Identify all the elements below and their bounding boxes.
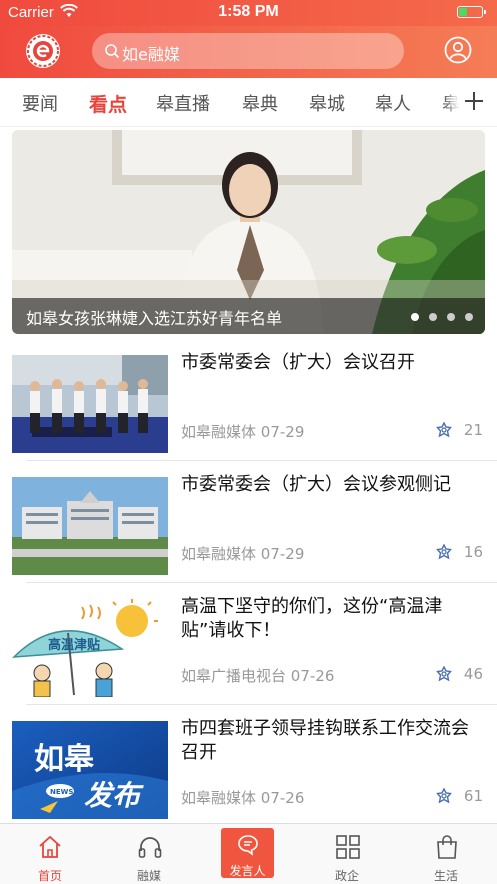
like-icon	[436, 543, 452, 560]
battery-icon	[457, 6, 486, 18]
news-title: 市四套班子领导挂钩联系工作交流会召开	[181, 718, 469, 763]
nav-spokesperson-label: 发言人	[229, 864, 266, 878]
tab-gao-dian[interactable]: 皋典	[242, 90, 278, 116]
thumb-brand-text-2: 发布	[84, 779, 144, 812]
news-source: 如皋融媒体	[181, 423, 257, 441]
user-profile-icon[interactable]	[444, 36, 472, 64]
news-source: 如皋融媒体	[181, 545, 257, 563]
search-icon	[105, 44, 120, 59]
news-source: 如皋融媒体	[181, 789, 257, 807]
carousel-dot[interactable]	[429, 313, 437, 321]
news-thumbnail	[12, 477, 168, 575]
news-date: 07-26	[260, 789, 305, 807]
tab-gao-zhibo[interactable]: 皋直播	[156, 90, 210, 116]
news-meta: 如皋融媒体 07-26	[181, 787, 304, 808]
news-date: 07-29	[260, 423, 305, 441]
carousel-dot[interactable]	[411, 313, 419, 321]
app-logo[interactable]	[26, 34, 60, 68]
carousel-dots	[411, 313, 473, 321]
like-icon	[436, 421, 452, 438]
nav-home[interactable]: 首页	[10, 824, 90, 884]
thumb-brand-text: 如皋	[34, 742, 95, 777]
status-time: 1:58 PM	[218, 3, 279, 20]
nav-spokesperson[interactable]: 发言人	[221, 828, 274, 878]
banner-carousel[interactable]: 如皋女孩张琳婕入选江苏好青年名单	[12, 130, 485, 334]
nav-life-label: 生活	[433, 869, 458, 883]
top-bar: 如e融媒	[0, 26, 497, 78]
tab-kandian[interactable]: 看点	[89, 90, 127, 117]
news-likes[interactable]: 46	[436, 665, 483, 683]
nav-home-label: 首页	[37, 869, 62, 883]
banner-title: 如皋女孩张琳婕入选江苏好青年名单	[26, 309, 283, 328]
home-icon	[39, 835, 61, 858]
news-title: 市委常委会（扩大）会议参观侧记	[181, 474, 451, 495]
likes-count: 61	[463, 787, 483, 805]
news-thumbnail	[12, 355, 168, 453]
likes-count: 21	[463, 421, 483, 439]
like-icon	[436, 787, 452, 804]
likes-count: 16	[463, 543, 483, 561]
news-thumbnail: 如皋 发布 NEWS	[12, 721, 168, 819]
carousel-dot[interactable]	[447, 313, 455, 321]
search-input[interactable]: 如e融媒	[92, 33, 404, 69]
news-likes[interactable]: 61	[436, 787, 483, 805]
news-date: 07-29	[260, 545, 305, 563]
news-item[interactable]: 市委常委会（扩大）会议参观侧记 如皋融媒体 07-29 16	[0, 461, 497, 583]
add-channel-icon[interactable]	[461, 88, 487, 114]
news-meta: 如皋融媒体 07-29	[181, 421, 304, 442]
news-item[interactable]: 如皋 发布 NEWS 市四套班子领导挂钩联系工作交流会召开 如皋融媒体 07-2…	[0, 705, 497, 827]
news-likes[interactable]: 16	[436, 543, 483, 561]
tab-gao-ren[interactable]: 皋人	[375, 90, 411, 116]
status-bar: Carrier 1:58 PM	[0, 0, 497, 26]
category-tabs: 要闻 看点 皋直播 皋典 皋城 皋人 皋风	[0, 78, 497, 127]
bag-icon	[437, 835, 457, 859]
news-thumbnail: 高温津贴	[12, 599, 168, 697]
nav-life[interactable]: 生活	[406, 824, 486, 884]
likes-count: 46	[463, 665, 483, 683]
tab-yaowen[interactable]: 要闻	[22, 90, 58, 116]
thumb-news-badge: NEWS	[50, 788, 73, 796]
news-title: 高温下坚守的你们，这份“高温津贴”请收下！	[181, 596, 443, 641]
news-meta: 如皋融媒体 07-29	[181, 543, 304, 564]
search-placeholder: 如e融媒	[122, 45, 180, 64]
headphones-icon	[138, 837, 162, 858]
nav-government[interactable]: 政企	[307, 824, 387, 884]
news-date: 07-26	[290, 667, 335, 685]
tab-gao-cheng[interactable]: 皋城	[309, 90, 345, 116]
bottom-nav: 首页 融媒 发言人 政企 生活	[0, 823, 497, 884]
thumb-heat-text: 高温津贴	[48, 637, 100, 653]
news-item[interactable]: 市委常委会（扩大）会议召开 如皋融媒体 07-29 21	[0, 339, 497, 461]
carousel-dot[interactable]	[465, 313, 473, 321]
news-title: 市委常委会（扩大）会议召开	[181, 352, 415, 373]
news-likes[interactable]: 21	[436, 421, 483, 439]
nav-media[interactable]: 融媒	[109, 824, 189, 884]
like-icon	[436, 665, 452, 682]
nav-media-label: 融媒	[136, 869, 161, 883]
news-meta: 如皋广播电视台 07-26	[181, 665, 334, 686]
grid-icon	[336, 835, 360, 859]
news-item[interactable]: 高温津贴 高温下坚守的你们，这份“高温津贴”请收下！ 如皋广播电视台 07-26…	[0, 583, 497, 705]
chat-icon	[238, 835, 258, 856]
nav-government-label: 政企	[334, 869, 359, 883]
news-source: 如皋广播电视台	[181, 667, 287, 685]
logo-icon	[27, 35, 59, 67]
